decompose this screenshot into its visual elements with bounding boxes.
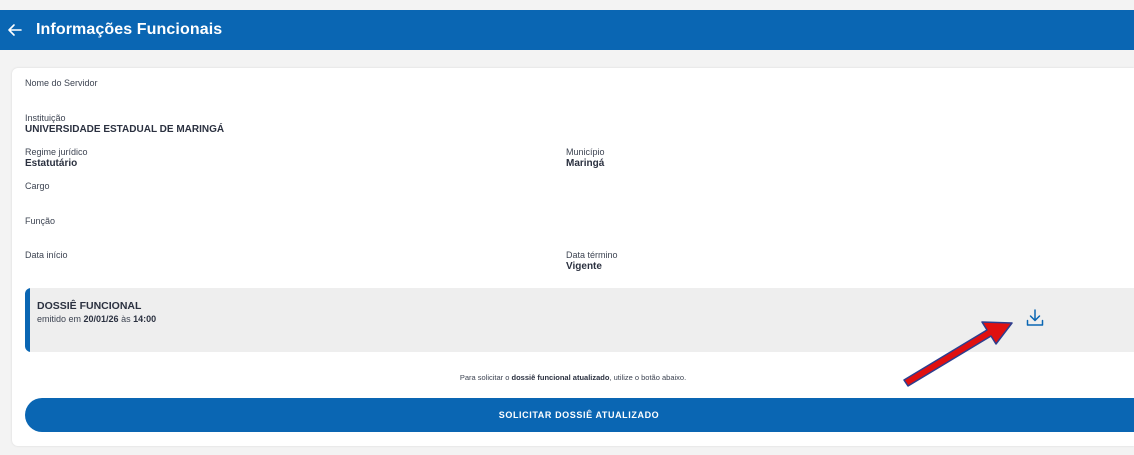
field-regime-juridico: Regime jurídico Estatutário	[25, 147, 88, 170]
hint-bold: dossiê funcional atualizado	[511, 373, 610, 382]
field-nome-servidor: Nome do Servidor	[25, 78, 98, 89]
field-label: Cargo	[25, 181, 50, 191]
field-data-termino: Data término Vigente	[566, 250, 618, 273]
solicitar-dossie-button[interactable]: SOLICITAR DOSSIÊ ATUALIZADO	[25, 398, 1134, 432]
dossie-funcional-card: DOSSIÊ FUNCIONAL emitido em 20/01/26 às …	[25, 288, 1134, 352]
field-data-inicio: Data início	[25, 250, 68, 261]
field-label: Município	[566, 147, 605, 157]
field-funcao: Função	[25, 216, 55, 227]
emitido-time: 14:00	[133, 314, 157, 324]
back-arrow-icon[interactable]	[2, 17, 28, 43]
emitido-at: às	[121, 314, 131, 324]
accent-bar	[25, 288, 30, 352]
field-value: Maringá	[566, 158, 605, 169]
field-value: UNIVERSIDADE ESTADUAL DE MARINGÁ	[25, 124, 225, 135]
app-header: Informações Funcionais	[0, 10, 1134, 50]
page-title: Informações Funcionais	[36, 21, 223, 38]
field-label: Data término	[566, 250, 618, 260]
dossie-title: DOSSIÊ FUNCIONAL	[37, 300, 142, 312]
field-label: Regime jurídico	[25, 147, 88, 157]
emitido-date: 20/01/26	[83, 314, 119, 324]
field-value: Vigente	[566, 261, 602, 272]
field-label: Nome do Servidor	[25, 78, 98, 88]
field-cargo: Cargo	[25, 181, 50, 192]
hint-suffix: , utilize o botão abaixo.	[609, 373, 687, 382]
field-instituicao: Instituição UNIVERSIDADE ESTADUAL DE MAR…	[25, 113, 224, 136]
field-label: Instituição	[25, 113, 66, 123]
field-label: Função	[25, 216, 56, 226]
hint-prefix: Para solicitar o	[459, 373, 510, 382]
field-municipio: Município Maringá	[566, 147, 605, 170]
field-value: Estatutário	[25, 158, 78, 169]
field-label: Data início	[25, 250, 68, 260]
dossie-emitido: emitido em 20/01/26 às 14:00	[37, 314, 156, 324]
info-card: Nome do Servidor Instituição UNIVERSIDAD…	[12, 68, 1134, 446]
emitido-prefix: emitido em	[37, 314, 82, 324]
request-hint: Para solicitar o dossiê funcional atuali…	[12, 373, 1134, 382]
download-icon[interactable]	[1024, 307, 1046, 329]
